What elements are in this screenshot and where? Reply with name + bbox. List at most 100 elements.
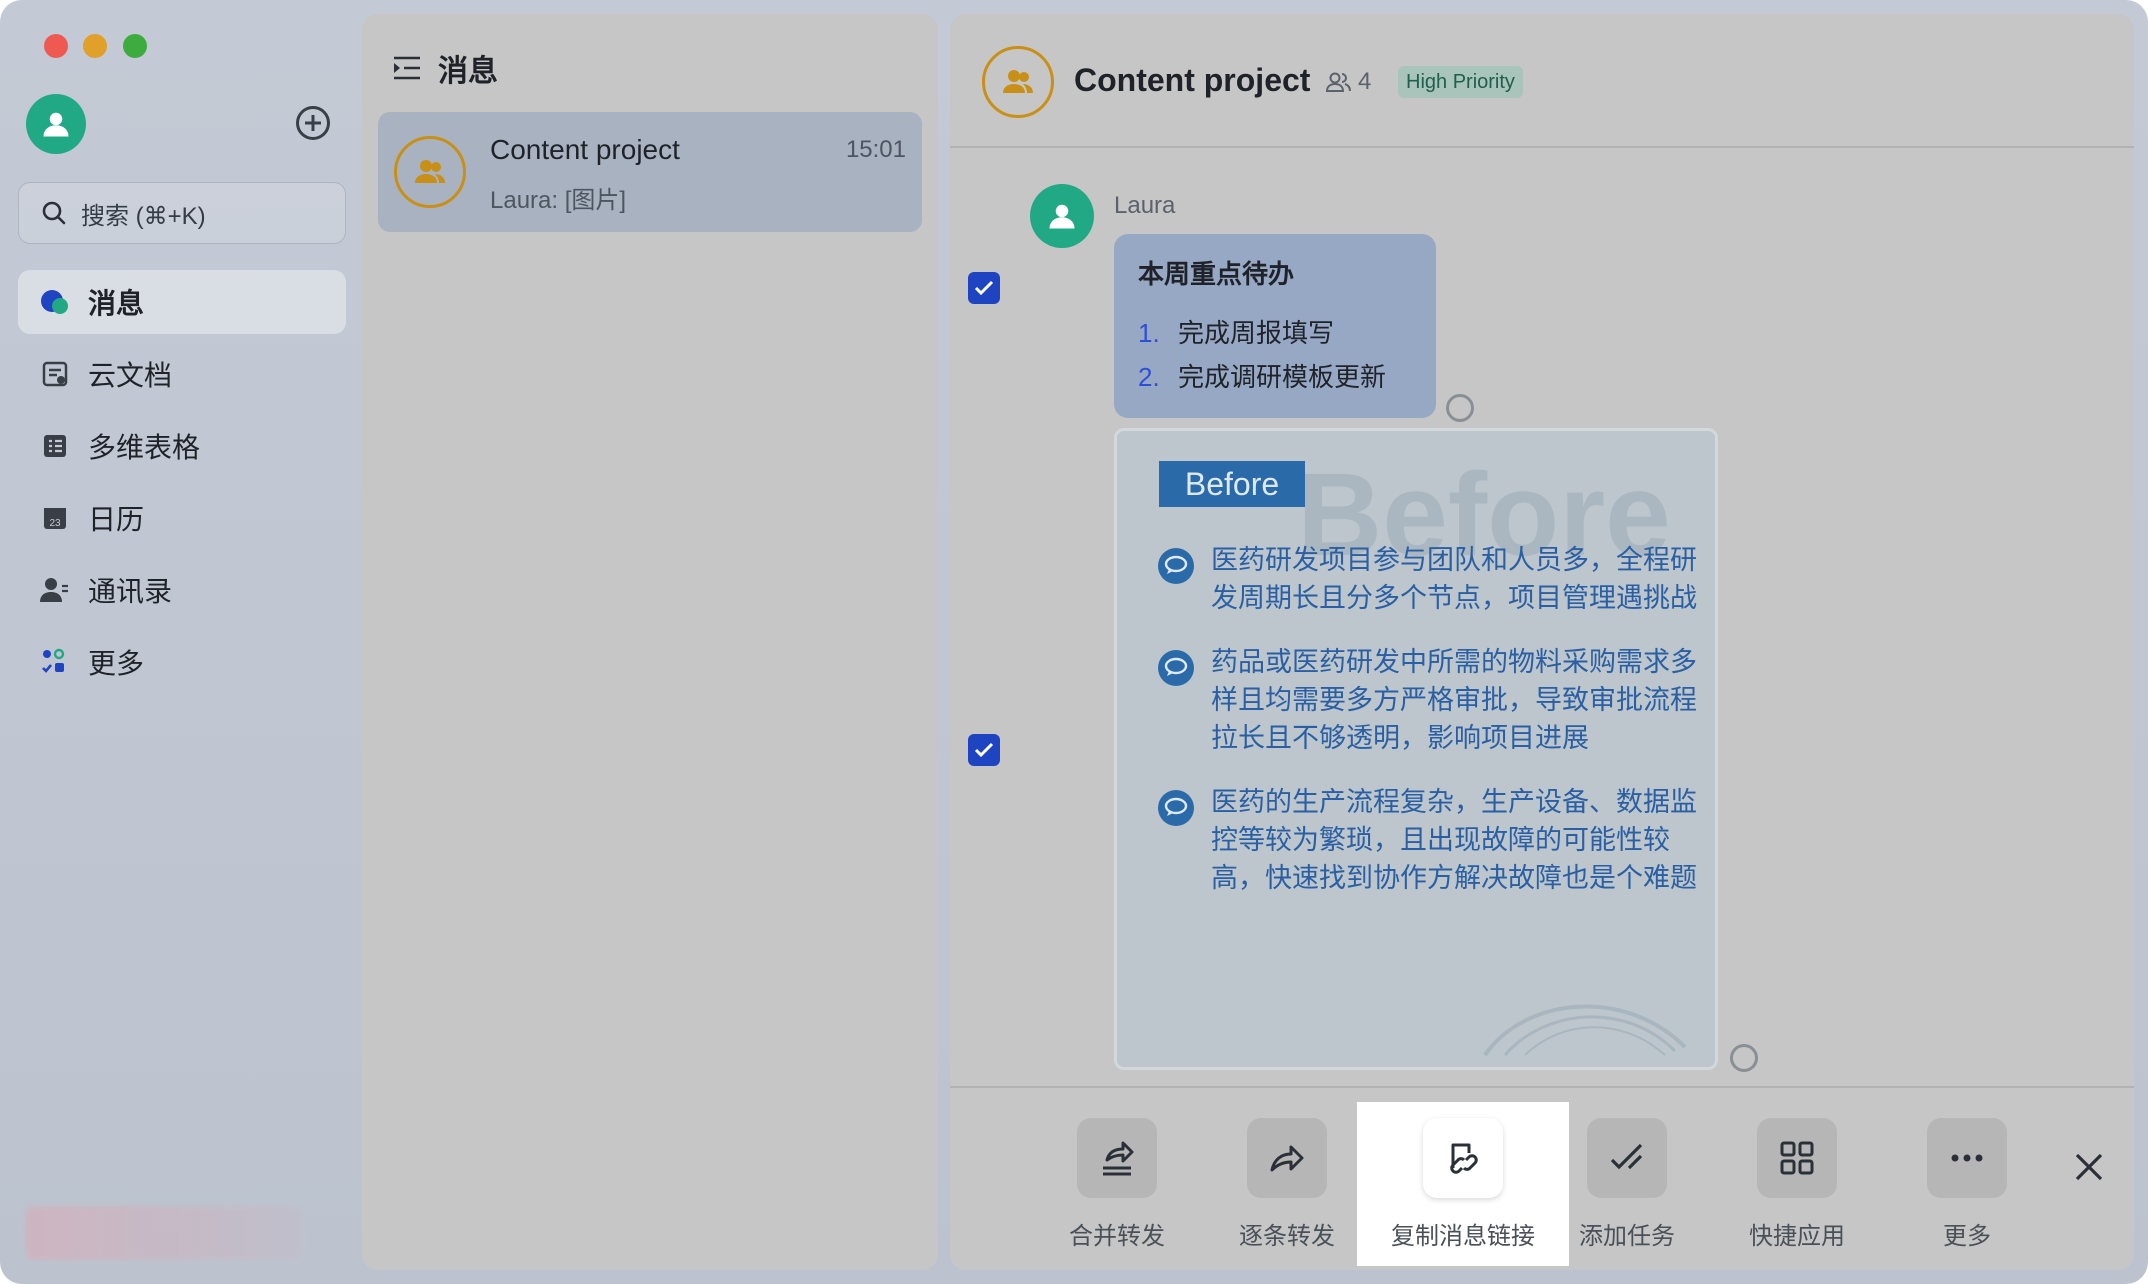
add-task-icon [1587,1118,1667,1198]
conversation-preview: Laura: [图片] [490,187,627,214]
copy-link-button[interactable]: 复制消息链接 [1357,1102,1569,1266]
message-select-radio[interactable] [1446,394,1474,422]
contacts-icon [40,575,70,605]
sidebar-item-base[interactable]: 多维表格 [18,414,346,478]
merge-forward-button[interactable]: 合并转发 [1032,1088,1202,1270]
minimize-window-button[interactable] [83,34,107,58]
todo-message-card[interactable]: 本周重点待办 1. 完成周报填写 2. 完成调研模板更新 [1114,234,1436,418]
group-icon [1003,70,1033,93]
sidebar-item-label: 更多 [88,648,145,679]
message-select-checkbox[interactable] [968,272,1000,304]
forward-button[interactable]: 逐条转发 [1202,1088,1372,1270]
base-table-icon [40,431,70,461]
docs-icon [40,359,70,389]
before-badge: Before [1159,461,1305,507]
close-icon[interactable] [2072,1150,2106,1184]
todo-item: 2. 完成调研模板更新 [1138,355,1412,399]
action-label: 快捷应用 [1749,1223,1845,1250]
group-avatar [394,136,466,208]
check-icon [974,280,994,296]
sidebar-item-more[interactable]: 更多 [18,630,346,694]
pain-point-text: 医药的生产流程复杂，生产设备、数据监控等较为繁琐，且出现故障的可能性较高，快速找… [1211,787,1697,893]
sidebar-item-label: 多维表格 [88,432,201,463]
apps-grid-icon [40,647,70,677]
action-label: 添加任务 [1579,1223,1675,1250]
todo-item: 1. 完成周报填写 [1138,311,1412,355]
close-window-button[interactable] [44,34,68,58]
plus-icon [305,115,321,131]
app-window: 搜索 (⌘+K) 消息 云文档 多维表格 23 日历 通讯录 更多 消息 Con… [0,0,2148,1284]
multi-select-action-bar: 合并转发 逐条转发 复制消息链接 添加任务 快捷应用 更多 [950,1086,2134,1270]
check-icon [974,742,994,758]
sidebar-item-label: 通讯录 [88,576,173,607]
speech-bubble-icon [1158,548,1194,584]
todo-title: 本周重点待办 [1138,259,1295,289]
conversation-item[interactable]: Content project 15:01 Laura: [图片] [378,112,922,232]
sidebar-item-label: 云文档 [88,360,173,391]
list-item: 医药的生产流程复杂，生产设备、数据监控等较为繁琐，且出现故障的可能性较高，快速找… [1157,783,1697,897]
list-title: 消息 [438,55,498,88]
group-icon [415,160,445,183]
priority-tag[interactable]: High Priority [1398,66,1523,98]
chat-header: Content project 4 High Priority [950,14,2134,148]
add-task-button[interactable]: 添加任务 [1542,1088,1712,1270]
quick-apps-icon [1757,1118,1837,1198]
sidebar-item-docs[interactable]: 云文档 [18,342,346,406]
action-label: 合并转发 [1069,1223,1165,1250]
list-item: 医药研发项目参与团队和人员多，全程研发周期长且分多个节点，项目管理遇挑战 [1157,541,1697,617]
quick-apps-button[interactable]: 快捷应用 [1712,1088,1882,1270]
calendar-icon: 23 [40,503,70,533]
more-button[interactable]: 更多 [1882,1088,2052,1270]
message-select-checkbox[interactable] [968,734,1000,766]
sidebar-item-label: 日历 [88,504,145,535]
conversation-list-pane: 消息 Content project 15:01 Laura: [图片] [362,14,938,1270]
message-select-radio[interactable] [1730,1044,1758,1072]
search-icon [42,201,66,225]
speech-bubble-icon [1158,650,1194,686]
pain-point-text: 药品或医药研发中所需的物料采购需求多样且均需要多方严格审批，导致审批流程拉长且不… [1211,647,1697,753]
chat-pane: Content project 4 High Priority Laura 本周… [950,14,2134,1270]
member-count[interactable]: 4 [1326,68,1371,96]
list-header: 消息 [392,46,498,90]
action-label: 更多 [1943,1223,1991,1250]
avatar[interactable] [26,94,86,154]
action-label: 复制消息链接 [1391,1223,1535,1250]
list-item: 药品或医药研发中所需的物料采购需求多样且均需要多方严格审批，导致审批流程拉长且不… [1157,643,1697,757]
pain-point-list: 医药研发项目参与团队和人员多，全程研发周期长且分多个节点，项目管理遇挑战 药品或… [1157,541,1697,923]
conversation-time: 15:01 [845,136,906,163]
image-message[interactable]: Before Before 医药研发项目参与团队和人员多，全程研发周期长且分多个… [1114,428,1718,1070]
sidebar: 搜索 (⌘+K) 消息 云文档 多维表格 23 日历 通讯录 更多 [0,0,360,1284]
members-icon [1326,72,1351,92]
create-button[interactable] [296,106,330,140]
group-avatar[interactable] [982,46,1054,118]
avatar[interactable] [1030,184,1094,248]
message-icon [40,287,70,317]
collapse-list-icon[interactable] [392,55,422,81]
todo-number: 1. [1138,318,1160,348]
search-placeholder: 搜索 (⌘+K) [81,202,206,230]
conversation-name: Content project [490,134,680,165]
speech-bubble-icon [1158,790,1194,826]
todo-text: 完成调研模板更新 [1178,362,1387,392]
sidebar-item-label: 消息 [88,288,145,319]
todo-text: 完成周报填写 [1178,318,1335,348]
copy-link-icon [1423,1118,1503,1198]
user-icon [1049,204,1075,229]
sidebar-item-messages[interactable]: 消息 [18,270,346,334]
merge-forward-icon [1077,1118,1157,1198]
forward-icon [1247,1118,1327,1198]
todo-number: 2. [1138,362,1160,392]
blurred-profile-area [26,1206,302,1260]
svg-text:23: 23 [49,518,61,529]
maximize-window-button[interactable] [123,34,147,58]
action-label: 逐条转发 [1239,1223,1335,1250]
sender-name: Laura [1114,192,1176,219]
more-icon [1927,1118,2007,1198]
sidebar-item-calendar[interactable]: 23 日历 [18,486,346,550]
sidebar-nav: 消息 云文档 多维表格 23 日历 通讯录 更多 [18,270,346,702]
sidebar-item-contacts[interactable]: 通讯录 [18,558,346,622]
user-icon [43,112,69,137]
search-input[interactable]: 搜索 (⌘+K) [18,182,346,244]
member-count-value: 4 [1358,68,1372,95]
chat-title[interactable]: Content project [1074,62,1310,99]
